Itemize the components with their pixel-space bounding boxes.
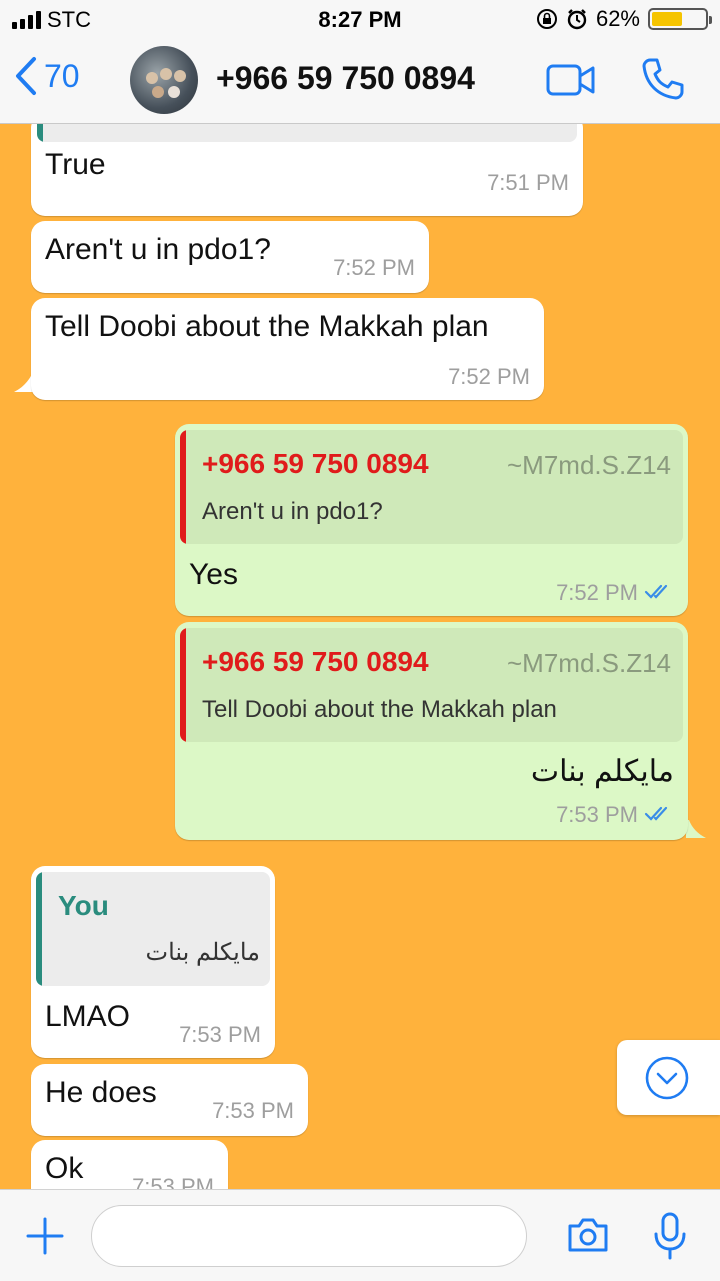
plus-icon[interactable] <box>26 1217 64 1255</box>
message-time: 7:51 PM <box>487 170 569 195</box>
quote-author: +966 59 750 0894 <box>202 646 429 677</box>
message-incoming[interactable]: You مايكلم بنات LMAO 7:53 PM <box>31 866 275 1058</box>
message-incoming[interactable]: Tell Doobi about the Makkah plan 7:52 PM <box>31 298 544 400</box>
video-call-icon[interactable] <box>546 64 596 96</box>
message-time: 7:52 PM <box>448 364 530 389</box>
chat-header: 70 +966 59 750 0894 <box>0 40 720 124</box>
quoted-reply[interactable]: You مايكلم بنات <box>36 872 270 986</box>
scroll-down-icon <box>645 1056 689 1100</box>
quote-author: You <box>58 890 109 921</box>
message-time: 7:53 PM <box>556 802 638 827</box>
quote-text: Aren't u in pdo1? <box>202 498 383 525</box>
message-outgoing[interactable]: +966 59 750 0894 ~M7md.S.Z14 Aren't u in… <box>175 424 688 616</box>
phone-icon[interactable] <box>640 56 686 102</box>
quote-text: Tell Doobi about the Makkah plan <box>202 696 557 723</box>
status-right: 62% <box>536 6 712 32</box>
message-text: Aren't u in pdo1? <box>45 233 271 266</box>
message-incoming[interactable]: Aren't u in pdo1? 7:52 PM <box>31 221 429 293</box>
quote-sender: ~M7md.S.Z14 <box>506 450 671 480</box>
message-time: 7:52 PM <box>333 255 415 280</box>
contact-name[interactable]: +966 59 750 0894 <box>216 60 475 97</box>
camera-icon[interactable] <box>566 1216 610 1254</box>
message-text: Ok <box>45 1152 84 1185</box>
back-count: 70 <box>44 57 80 94</box>
message-time: 7:52 PM <box>556 580 638 605</box>
message-text: Yes <box>189 558 238 591</box>
rotation-lock-icon <box>536 9 557 29</box>
microphone-icon[interactable] <box>652 1212 688 1260</box>
read-receipt-icon <box>644 584 668 599</box>
quoted-reply[interactable]: +966 59 750 0894 ~M7md.S.Z14 Aren't u in… <box>180 430 683 544</box>
message-incoming[interactable]: He does 7:53 PM <box>31 1064 308 1136</box>
quote-author: +966 59 750 0894 <box>202 448 429 479</box>
status-bar: STC 8:27 PM 62% <box>0 0 720 40</box>
avatar[interactable] <box>130 46 198 114</box>
message-outgoing[interactable]: +966 59 750 0894 ~M7md.S.Z14 Tell Doobi … <box>175 622 688 840</box>
battery-percent: 62% <box>595 6 640 31</box>
alarm-icon <box>567 9 587 30</box>
back-button[interactable]: 70 <box>14 56 80 96</box>
message-text: True <box>45 148 106 181</box>
chat-area[interactable]: True 7:51 PM Aren't u in pdo1? 7:52 PM T… <box>0 124 720 1189</box>
bubble-tail <box>686 820 706 838</box>
battery-icon <box>648 8 712 30</box>
quoted-reply[interactable] <box>37 124 577 142</box>
quote-sender: ~M7md.S.Z14 <box>506 648 671 678</box>
message-time: 7:53 PM <box>212 1098 294 1123</box>
message-text: LMAO <box>45 1000 131 1033</box>
message-incoming[interactable]: True 7:51 PM <box>31 124 583 216</box>
message-time: 7:53 PM <box>179 1022 261 1047</box>
message-input[interactable] <box>91 1205 527 1267</box>
message-incoming[interactable]: Ok 7:53 PM <box>31 1140 228 1189</box>
read-receipt-icon <box>644 806 668 821</box>
input-bar <box>0 1189 720 1281</box>
quote-text: مايكلم بنات <box>145 939 260 966</box>
message-time: 7:53 PM <box>132 1174 214 1189</box>
back-chevron-icon <box>16 57 36 95</box>
scroll-to-bottom-button[interactable] <box>617 1040 720 1115</box>
message-text: He does <box>45 1076 157 1109</box>
quoted-reply[interactable]: +966 59 750 0894 ~M7md.S.Z14 Tell Doobi … <box>180 628 683 742</box>
message-text: مايكلم بنات <box>530 755 674 788</box>
message-text: Tell Doobi about the Makkah plan <box>45 310 489 343</box>
